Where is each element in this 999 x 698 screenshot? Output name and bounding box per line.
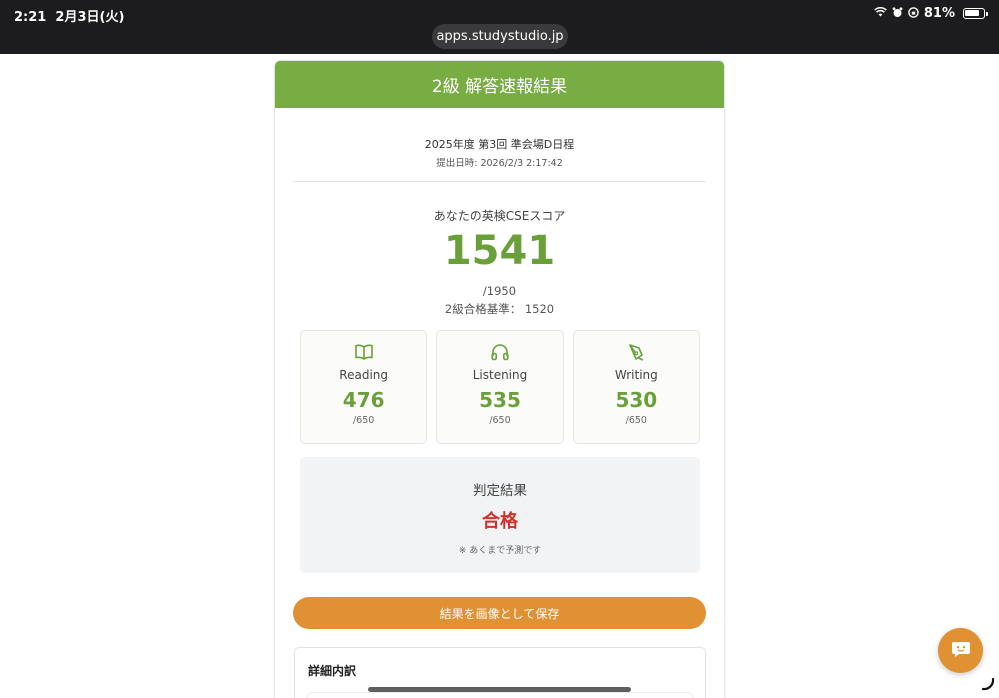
chat-icon: [951, 640, 971, 662]
save-image-button[interactable]: 結果を画像として保存: [293, 597, 706, 629]
detail-title: 詳細内訳: [308, 664, 357, 678]
skill-scores: Reading 476 /650 Listening 535 /650 Writ…: [300, 330, 700, 444]
alarm-icon: [892, 6, 903, 21]
judgement-result: 合格: [482, 511, 518, 532]
skill-max: /650: [625, 415, 647, 426]
card-header: 2級 解答速報結果: [275, 61, 724, 108]
pen-icon: [574, 343, 699, 363]
book-icon: [301, 343, 426, 363]
exam-title: 2025年度 第3回 準会場D日程: [424, 138, 575, 151]
judgement-box: 判定結果 合格 ※ あくまで予測です: [300, 457, 700, 573]
wifi-icon: [874, 7, 887, 20]
total-score: 1541: [443, 228, 556, 274]
detail-section[interactable]: [307, 692, 693, 698]
skill-score: 476: [342, 388, 385, 412]
divider: [293, 181, 706, 182]
skill-card-listening: Listening 535 /650: [436, 330, 564, 444]
judgement-label: 判定結果: [473, 483, 527, 499]
skill-score: 530: [615, 388, 658, 412]
chat-button[interactable]: [938, 628, 983, 673]
score-label: あなたの英検CSEスコア: [433, 209, 566, 223]
skill-max: /650: [489, 415, 511, 426]
skill-name: Reading: [339, 368, 389, 382]
url-bar[interactable]: apps.studystudio.jp: [432, 24, 568, 49]
clock-date: 2月3日(火): [55, 10, 125, 25]
submitted-time: 提出日時: 2026/2/3 2:17:42: [436, 158, 563, 169]
battery-percent: 81%: [923, 6, 955, 21]
clock-time: 2:21: [14, 10, 47, 25]
pass-line: 2級合格基準： 1520: [444, 302, 555, 316]
resize-handle-icon: [980, 676, 996, 692]
orientation-lock-icon: [908, 6, 919, 21]
result-card: 2級 解答速報結果 2025年度 第3回 準会場D日程 提出日時: 2026/2…: [274, 60, 725, 698]
battery-icon: [963, 8, 988, 19]
skill-name: Writing: [614, 368, 658, 382]
status-time: 2:21 2月3日(火): [14, 6, 124, 25]
skill-card-reading: Reading 476 /650: [300, 330, 428, 444]
home-indicator[interactable]: [368, 687, 631, 692]
judgement-note: ※ あくまで予測です: [458, 546, 542, 556]
status-indicators: 81%: [874, 6, 988, 21]
page-title: 2級 解答速報結果: [431, 77, 568, 97]
headphones-icon: [437, 343, 562, 363]
skill-name: Listening: [472, 368, 528, 382]
skill-card-writing: Writing 530 /650: [572, 330, 700, 444]
score-max: /1950: [482, 284, 517, 298]
skill-max: /650: [352, 415, 375, 426]
status-bar: 2:21 2月3日(火) 81% apps.studystudio.jp: [0, 0, 999, 54]
exam-meta: 2025年度 第3回 準会場D日程 提出日時: 2026/2/3 2:17:42: [275, 136, 724, 169]
skill-score: 535: [479, 388, 521, 412]
